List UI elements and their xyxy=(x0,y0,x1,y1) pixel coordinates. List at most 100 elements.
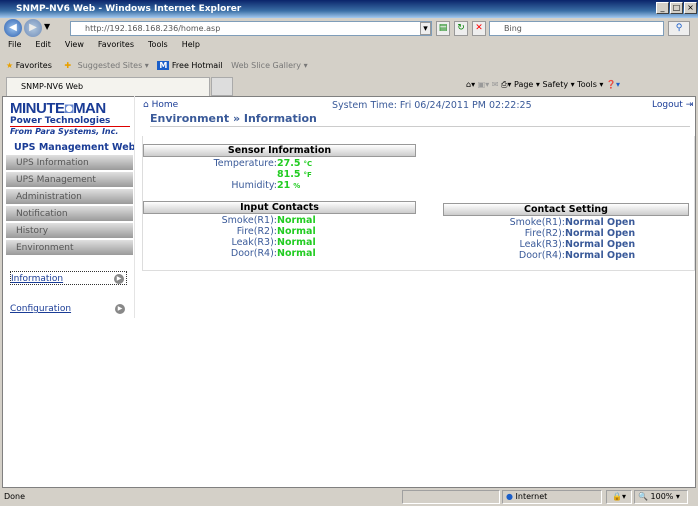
zoom-control[interactable]: 🔍 100% ▾ xyxy=(634,490,688,504)
suggested-sites-link[interactable]: Suggested Sites ▾ xyxy=(78,61,149,70)
contact-status: Normal xyxy=(277,237,316,248)
command-bar: ⌂▾ ▣▾ ✉ ⎙▾ Page ▾ Safety ▾ Tools ▾ ❓▾ xyxy=(466,78,620,92)
home-icon[interactable]: ⌂▾ xyxy=(466,80,475,89)
sidebar-item-administration[interactable]: Administration xyxy=(6,189,133,205)
home-link[interactable]: ⌂ Home xyxy=(143,100,178,110)
protected-mode-icon[interactable]: 🔒▾ xyxy=(606,490,632,504)
mail-icon[interactable]: ✉ xyxy=(492,80,499,89)
humidity-value: 21 xyxy=(277,180,291,191)
address-bar[interactable]: http://192.168.168.236/home.asp xyxy=(70,21,432,36)
section-header: Contact Setting xyxy=(443,203,689,216)
menu-edit[interactable]: Edit xyxy=(35,40,51,49)
web-slice-gallery-link[interactable]: Web Slice Gallery ▾ xyxy=(231,61,307,70)
menu-tools[interactable]: Tools xyxy=(148,40,168,49)
search-icon[interactable]: ⚲ xyxy=(668,21,690,36)
sidebar-item-ups-information[interactable]: UPS Information xyxy=(6,155,133,171)
setting-label: Fire(R2): xyxy=(524,228,565,239)
contact-row: Leak(R3):Normal xyxy=(143,237,416,248)
tab-snmp-nv6-web[interactable]: SNMP-NV6 Web xyxy=(6,77,210,96)
back-button[interactable]: ◀ xyxy=(4,19,22,37)
window-title-bar: SNMP-NV6 Web - Windows Internet Explorer xyxy=(0,0,698,18)
free-hotmail-link[interactable]: Free Hotmail xyxy=(172,61,223,70)
print-icon[interactable]: ⎙▾ xyxy=(501,80,511,89)
unit-c: °C xyxy=(303,160,313,168)
setting-row: Fire(R2):Normal Open xyxy=(443,228,689,239)
history-dropdown-icon[interactable]: ▼ xyxy=(44,22,50,31)
contact-row: Door(R4):Normal xyxy=(143,248,416,259)
favorites-bar: ★ Favorites ✚ Suggested Sites ▾ M Free H… xyxy=(0,58,698,74)
contact-status: Normal xyxy=(277,248,316,259)
setting-value: Normal Open xyxy=(565,217,636,228)
contact-row: Fire(R2):Normal xyxy=(143,226,416,237)
stop-icon[interactable]: ✕ xyxy=(472,21,486,36)
logout-link[interactable]: Logout ⇥ xyxy=(652,100,693,110)
favorites-button[interactable]: Favorites xyxy=(16,61,52,70)
feeds-icon[interactable]: ▣▾ xyxy=(478,80,490,89)
menu-view[interactable]: View xyxy=(65,40,84,49)
add-favorite-icon[interactable]: ✚ xyxy=(64,61,71,70)
safety-menu[interactable]: Safety ▾ xyxy=(542,80,574,89)
menu-file[interactable]: File xyxy=(8,40,21,49)
page-menu[interactable]: Page ▾ xyxy=(514,80,540,89)
sidebar-title: UPS Management Web xyxy=(14,142,136,153)
sensor-information-section: Sensor Information Temperature:27.5 °C 8… xyxy=(143,144,416,191)
setting-row: Smoke(R1):Normal Open xyxy=(443,217,689,228)
help-icon[interactable]: ❓▾ xyxy=(606,80,620,89)
system-time: System Time: Fri 06/24/2011 PM 02:22:25 xyxy=(332,100,532,111)
close-button[interactable]: × xyxy=(684,2,697,14)
contact-setting-section: Contact Setting Smoke(R1):Normal Open Fi… xyxy=(443,203,689,261)
temperature-f-value: 81.5 xyxy=(277,169,301,180)
setting-value: Normal Open xyxy=(565,239,636,250)
sidebar-subitem-configuration[interactable]: Configuration ▶ xyxy=(10,302,127,316)
star-icon: ★ xyxy=(6,61,14,70)
sidebar-item-history[interactable]: History xyxy=(6,223,133,239)
setting-row: Leak(R3):Normal Open xyxy=(443,239,689,250)
minuteman-logo[interactable]: MINUTE◘MAN Power Technologies From Para … xyxy=(10,101,130,137)
address-dropdown[interactable]: ▾ xyxy=(420,22,431,35)
sidebar-item-notification[interactable]: Notification xyxy=(6,206,133,222)
home-icon: ⌂ xyxy=(143,100,149,110)
sidebar-item-ups-management[interactable]: UPS Management xyxy=(6,172,133,188)
refresh-icon[interactable]: ↻ xyxy=(454,21,468,36)
menu-bar: File Edit View Favorites Tools Help xyxy=(0,40,698,54)
arrow-right-icon: ▶ xyxy=(115,304,125,314)
minimize-button[interactable]: _ xyxy=(656,2,669,14)
status-panel xyxy=(402,490,500,504)
setting-row: Door(R4):Normal Open xyxy=(443,250,689,261)
menu-favorites[interactable]: Favorites xyxy=(98,40,134,49)
status-text: Done xyxy=(4,492,26,501)
unit-percent: % xyxy=(293,182,301,190)
section-header: Input Contacts xyxy=(143,201,416,214)
forward-button[interactable]: ▶ xyxy=(24,19,42,37)
arrow-right-icon: ▶ xyxy=(114,274,124,284)
sidebar-divider xyxy=(134,96,135,318)
logout-icon: ⇥ xyxy=(685,100,694,110)
tools-menu[interactable]: Tools ▾ xyxy=(577,80,603,89)
globe-icon: ● xyxy=(506,492,513,501)
setting-label: Smoke(R1): xyxy=(509,217,565,228)
contact-status: Normal xyxy=(277,226,316,237)
unit-f: °F xyxy=(303,171,312,179)
zone-indicator[interactable]: ● Internet xyxy=(502,490,602,504)
maximize-button[interactable]: □ xyxy=(670,2,683,14)
new-tab-button[interactable] xyxy=(211,77,233,96)
section-header: Sensor Information xyxy=(143,144,416,157)
humidity-label: Humidity: xyxy=(231,180,277,191)
window-title: SNMP-NV6 Web - Windows Internet Explorer xyxy=(16,4,242,14)
setting-value: Normal Open xyxy=(565,228,636,239)
contact-row: Smoke(R1):Normal xyxy=(143,215,416,226)
search-input[interactable]: Bing xyxy=(489,21,664,36)
setting-value: Normal Open xyxy=(565,250,636,261)
menu-help[interactable]: Help xyxy=(182,40,200,49)
sidebar-item-environment[interactable]: Environment xyxy=(6,240,133,256)
input-contacts-section: Input Contacts Smoke(R1):Normal Fire(R2)… xyxy=(143,201,416,259)
compatibility-icon[interactable]: ▤ xyxy=(436,21,450,36)
hotmail-icon: M xyxy=(157,61,170,70)
setting-label: Door(R4): xyxy=(518,250,565,261)
contact-label: Fire(R2): xyxy=(236,226,277,237)
sidebar-subitem-information[interactable]: Information ▶ xyxy=(10,271,127,285)
contact-status: Normal xyxy=(277,215,316,226)
tab-title: SNMP-NV6 Web xyxy=(21,82,84,91)
contact-label: Leak(R3): xyxy=(231,237,277,248)
temperature-c-value: 27.5 xyxy=(277,158,301,169)
